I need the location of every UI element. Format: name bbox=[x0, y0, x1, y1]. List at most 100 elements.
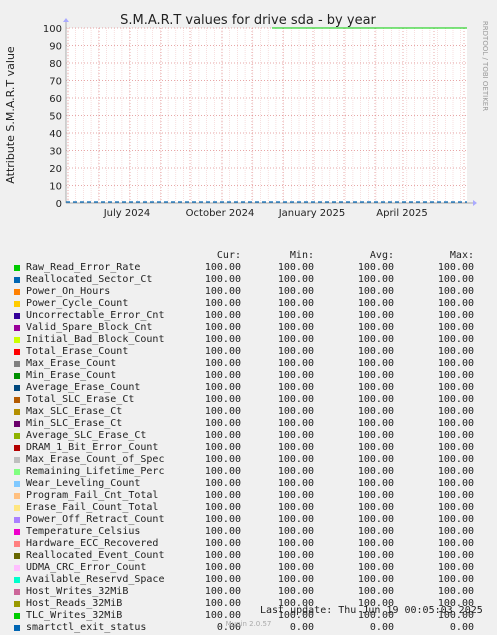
legend-value-max: 100.00 bbox=[437, 514, 474, 525]
legend-value-avg: 100.00 bbox=[357, 406, 394, 417]
legend-row: Program_Fail_Cnt_Total 100.00 100.00 100.00… bbox=[12, 490, 497, 502]
legend-value-avg: 100.00 bbox=[357, 322, 394, 333]
legend-value-avg: 100.00 bbox=[357, 526, 394, 537]
legend-value-cur: 100.00 bbox=[204, 382, 241, 393]
x-axis-arrow bbox=[473, 200, 477, 206]
legend-series-name: Host_Writes_32MiB bbox=[26, 586, 129, 597]
legend-swatch bbox=[14, 433, 20, 439]
legend-value-min: 100.00 bbox=[277, 286, 314, 297]
legend-value-max: 100.00 bbox=[437, 454, 474, 465]
legend-series-name: Min_SLC_Erase_Ct bbox=[26, 418, 123, 429]
legend-value-avg: 100.00 bbox=[357, 490, 394, 501]
legend-value-avg: 100.00 bbox=[357, 502, 394, 513]
legend-series-name: Uncorrectable_Error_Cnt bbox=[26, 310, 165, 321]
legend-value-cur: 100.00 bbox=[204, 430, 241, 441]
legend-series-name: Reallocated_Sector_Ct bbox=[26, 274, 153, 285]
legend-swatch bbox=[14, 289, 20, 295]
legend-swatch bbox=[14, 565, 20, 571]
legend-value-max: 100.00 bbox=[437, 538, 474, 549]
legend-value-max: 100.00 bbox=[437, 550, 474, 561]
legend-series-name: Raw_Read_Error_Rate bbox=[26, 262, 141, 273]
chart-title: S.M.A.R.T values for drive sda - by year bbox=[120, 13, 376, 28]
legend-value-cur: 100.00 bbox=[204, 514, 241, 525]
legend-row: Power_On_Hours 100.00 100.00 100.00 100.00 bbox=[12, 286, 497, 298]
legend-swatch bbox=[14, 265, 20, 271]
legend-value-min: 100.00 bbox=[277, 262, 314, 273]
legend-value-avg: 100.00 bbox=[357, 262, 394, 273]
y-tick-label: 10 bbox=[49, 182, 62, 193]
legend-value-min: 100.00 bbox=[277, 454, 314, 465]
legend-swatch bbox=[14, 577, 20, 583]
legend-swatch bbox=[14, 361, 20, 367]
legend-series-name: Total_SLC_Erase_Ct bbox=[26, 394, 135, 405]
legend-value-min: 100.00 bbox=[277, 370, 314, 381]
legend-swatch bbox=[14, 421, 20, 427]
x-tick-label: January 2025 bbox=[278, 208, 346, 219]
legend-value-min: 100.00 bbox=[277, 406, 314, 417]
legend-row: Average_SLC_Erase_Ct 100.00 100.00 100.00 10… bbox=[12, 430, 497, 442]
legend-value-max: 100.00 bbox=[437, 478, 474, 489]
legend-value-max: 100.00 bbox=[437, 586, 474, 597]
legend-column-header: Max: bbox=[449, 250, 474, 261]
legend-value-min: 100.00 bbox=[277, 346, 314, 357]
legend-series-name: Valid_Spare_Block_Cnt bbox=[26, 322, 153, 333]
legend-value-cur: 100.00 bbox=[204, 334, 241, 345]
legend-value-min: 100.00 bbox=[277, 550, 314, 561]
legend-swatch bbox=[14, 589, 20, 595]
legend-value-max: 100.00 bbox=[437, 274, 474, 285]
munin-version: Munin 2.0.57 bbox=[225, 620, 272, 628]
legend-value-max: 100.00 bbox=[437, 322, 474, 333]
legend-swatch bbox=[14, 385, 20, 391]
y-tick-label: 50 bbox=[49, 112, 62, 123]
legend-series-name: Min_Erase_Count bbox=[26, 370, 117, 381]
legend-swatch bbox=[14, 373, 20, 379]
legend-series-name: UDMA_CRC_Error_Count bbox=[26, 562, 147, 573]
legend-row: Max_Erase_Count 100.00 100.00 100.00 100.00 bbox=[12, 358, 497, 370]
legend-value-max: 100.00 bbox=[437, 394, 474, 405]
legend-row: Total_Erase_Count 100.00 100.00 100.00 100.0… bbox=[12, 346, 497, 358]
legend-value-min: 100.00 bbox=[277, 526, 314, 537]
legend-value-cur: 100.00 bbox=[204, 418, 241, 429]
legend-value-cur: 100.00 bbox=[204, 394, 241, 405]
y-tick-label: 90 bbox=[49, 42, 62, 53]
legend-value-cur: 100.00 bbox=[204, 286, 241, 297]
legend-swatch bbox=[14, 529, 20, 535]
legend-value-cur: 100.00 bbox=[204, 598, 241, 609]
legend-row: Hardware_ECC_Recovered 100.00 100.00 100.00… bbox=[12, 538, 497, 550]
legend-series-name: Max_Erase_Count_of_Spec bbox=[26, 454, 165, 465]
legend-value-max: 100.00 bbox=[437, 298, 474, 309]
legend-series-name: Wear_Leveling_Count bbox=[26, 478, 141, 489]
legend-swatch bbox=[14, 553, 20, 559]
legend-series-name: Power_Off_Retract_Count bbox=[26, 514, 165, 525]
legend-row: Reallocated_Event_Count 100.00 100.00 100.0… bbox=[12, 550, 497, 562]
legend-swatch bbox=[14, 505, 20, 511]
legend-row: Power_Off_Retract_Count 100.00 100.00 100.0… bbox=[12, 514, 497, 526]
legend-swatch bbox=[14, 409, 20, 415]
legend-series-name: Average_Erase_Count bbox=[26, 382, 141, 393]
legend-value-cur: 100.00 bbox=[204, 586, 241, 597]
legend-swatch bbox=[14, 349, 20, 355]
legend-value-max: 100.00 bbox=[437, 418, 474, 429]
legend-value-max: 100.00 bbox=[437, 370, 474, 381]
legend-series-name: Hardware_ECC_Recovered bbox=[26, 538, 159, 549]
legend-series-name: Program_Fail_Cnt_Total bbox=[26, 490, 159, 501]
legend-row: Reallocated_Sector_Ct 100.00 100.00 100.00 1… bbox=[12, 274, 497, 286]
legend-row: Host_Writes_32MiB 100.00 100.00 100.00 100.0… bbox=[12, 586, 497, 598]
legend-value-min: 100.00 bbox=[277, 502, 314, 513]
legend-value-cur: 100.00 bbox=[204, 490, 241, 501]
legend-swatch bbox=[14, 613, 20, 619]
legend-value-cur: 100.00 bbox=[204, 274, 241, 285]
legend-row: Max_Erase_Count_of_Spec 100.00 100.00 100.0… bbox=[12, 454, 497, 466]
legend-value-avg: 100.00 bbox=[357, 466, 394, 477]
legend-value-avg: 100.00 bbox=[357, 562, 394, 573]
y-tick-label: 20 bbox=[49, 164, 62, 175]
legend-value-avg: 100.00 bbox=[357, 430, 394, 441]
legend-value-avg: 100.00 bbox=[357, 478, 394, 489]
legend-value-cur: 100.00 bbox=[204, 550, 241, 561]
legend-value-min: 100.00 bbox=[277, 586, 314, 597]
legend-row: Min_Erase_Count 100.00 100.00 100.00 100.00 bbox=[12, 370, 497, 382]
legend-series-name: Erase_Fail_Count_Total bbox=[26, 502, 159, 513]
legend-value-avg: 100.00 bbox=[357, 286, 394, 297]
legend-series-name: Total_Erase_Count bbox=[26, 346, 129, 357]
legend-row: Raw_Read_Error_Rate 100.00 100.00 100.00 100… bbox=[12, 262, 497, 274]
